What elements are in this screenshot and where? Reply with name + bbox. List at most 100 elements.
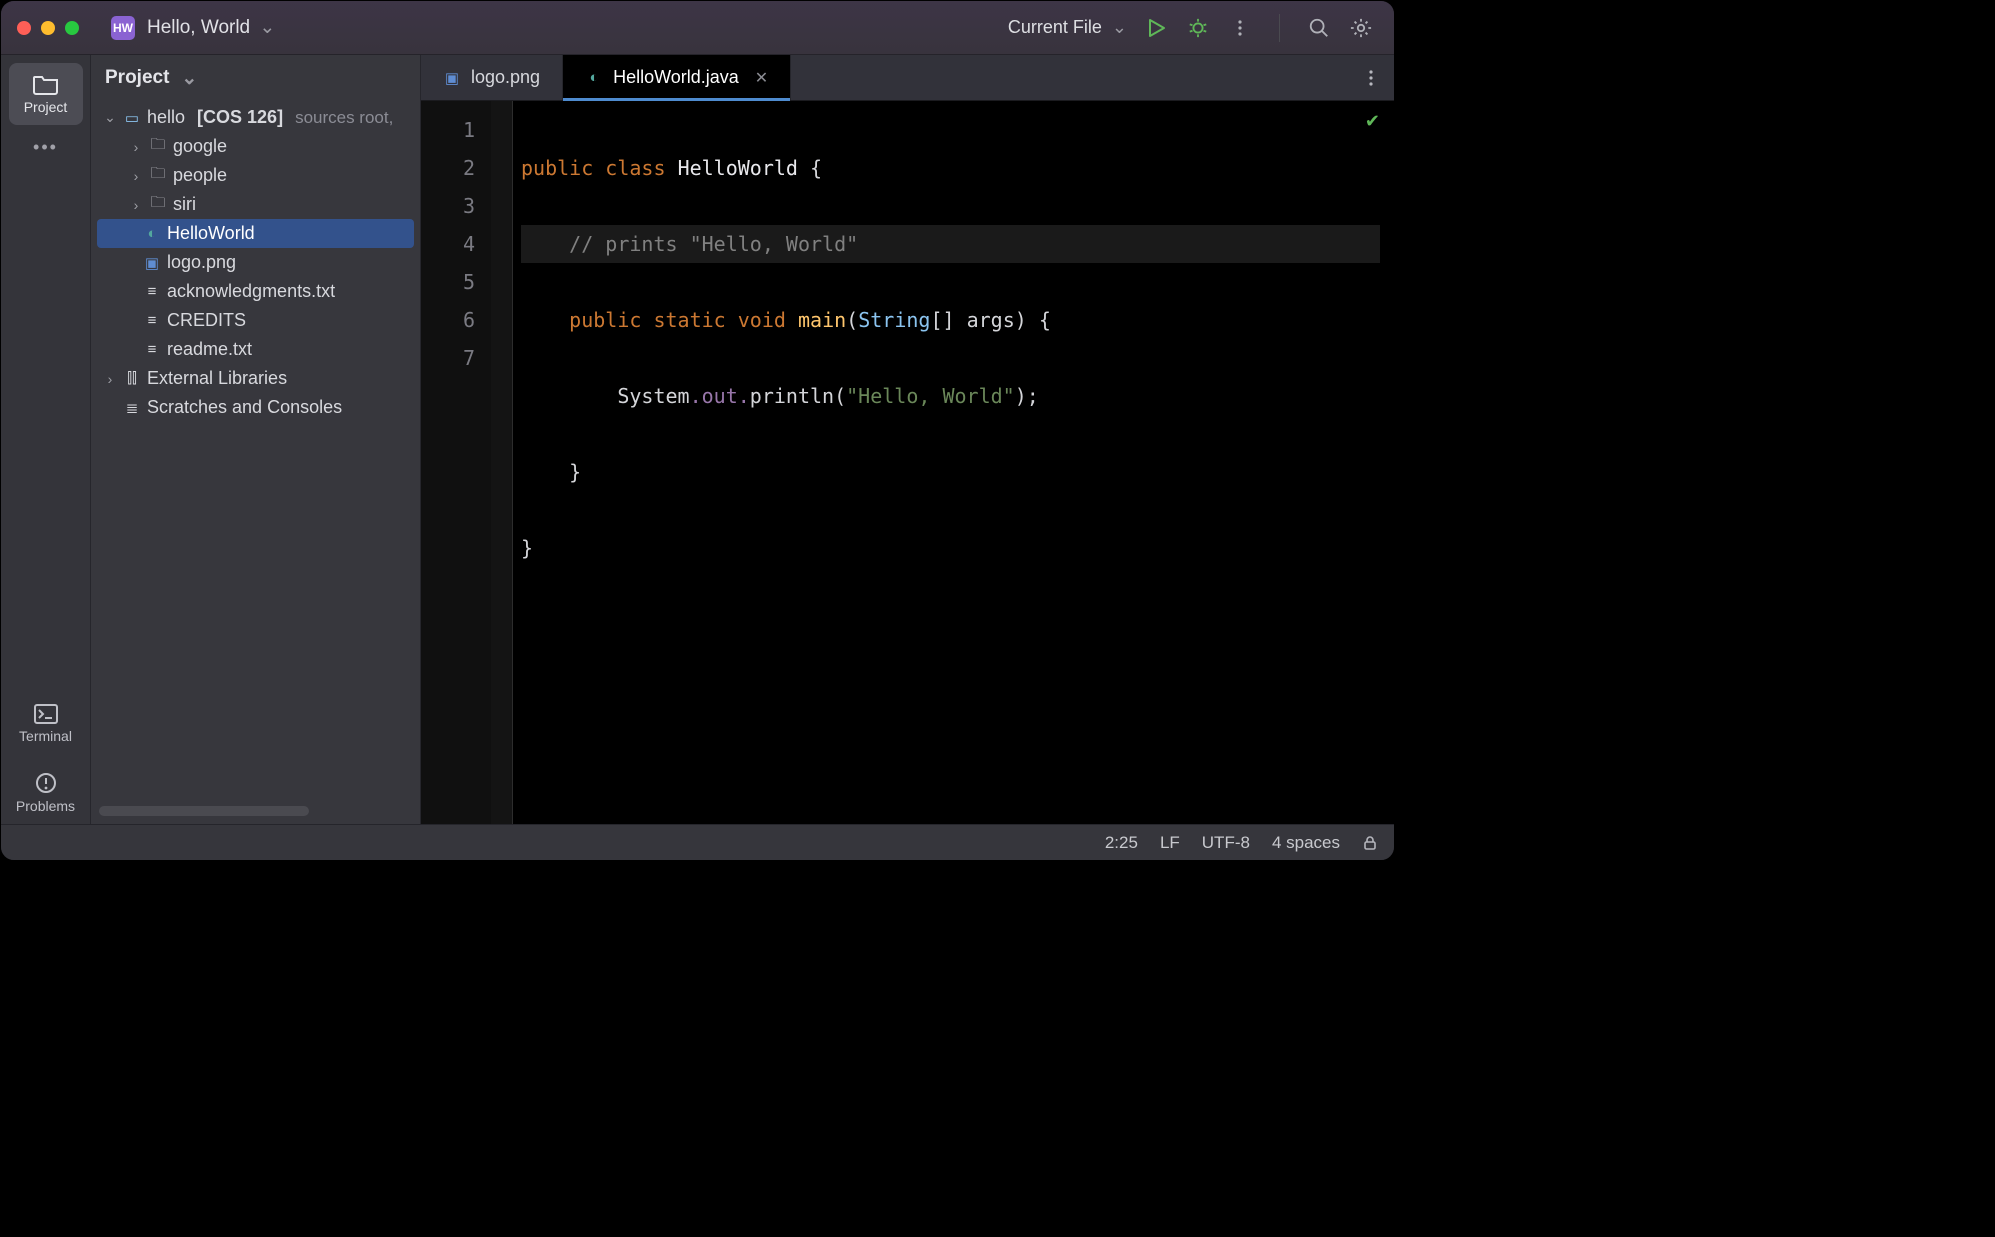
scratches-label: Scratches and Consoles [147, 397, 342, 418]
tree-folder[interactable]: › 🗀 google [97, 132, 414, 161]
tree-folder[interactable]: › 🗀 people [97, 161, 414, 190]
tree-root-bracket: [COS 126] [197, 107, 283, 128]
ext-lib-label: External Libraries [147, 368, 287, 389]
tree-file-ack[interactable]: ≡ acknowledgments.txt [97, 277, 414, 306]
folder-icon: 🗀 [149, 134, 167, 159]
line-number: 7 [421, 339, 491, 377]
project-panel-header[interactable]: Project ⌄ [91, 55, 420, 101]
line-ending[interactable]: LF [1160, 833, 1180, 853]
editor-area: ▣ logo.png ◐ HelloWorld.java ✕ 1 2 3 [421, 55, 1394, 824]
gutter-divider [491, 101, 513, 824]
indent-config[interactable]: 4 spaces [1272, 833, 1340, 853]
tree-file-readme[interactable]: ≡ readme.txt [97, 335, 414, 364]
folder-icon: 🗀 [149, 192, 167, 217]
chevron-down-icon: ⌄ [1112, 17, 1127, 38]
text-file-icon: ≡ [143, 283, 161, 300]
project-panel-title: Project [105, 67, 169, 89]
close-window-button[interactable] [17, 21, 31, 35]
project-tool-button[interactable]: Project [9, 63, 83, 125]
terminal-tool-button[interactable]: Terminal [9, 694, 83, 754]
more-tools-button[interactable]: ••• [33, 137, 58, 158]
file-label: readme.txt [167, 339, 252, 360]
code-editor[interactable]: 1 2 3 4 5 6 7 public class HelloWorld { … [421, 101, 1394, 824]
problems-tool-button[interactable]: Problems [9, 762, 83, 824]
separator [1279, 14, 1280, 42]
settings-button[interactable] [1348, 15, 1374, 41]
java-class-icon: ◐ [143, 225, 161, 242]
project-badge-icon: HW [111, 16, 135, 40]
close-tab-button[interactable]: ✕ [755, 68, 768, 88]
terminal-icon [34, 704, 58, 724]
scratches-icon: ≣ [123, 399, 141, 417]
zoom-window-button[interactable] [65, 21, 79, 35]
text-file-icon: ≡ [143, 312, 161, 329]
readonly-lock-icon[interactable] [1362, 835, 1378, 851]
chevron-down-icon: ⌄ [103, 109, 117, 126]
tab-label: HelloWorld.java [613, 67, 739, 88]
chevron-down-icon: ⌄ [181, 67, 197, 90]
horizontal-scrollbar[interactable] [99, 806, 309, 816]
tree-file-credits[interactable]: ≡ CREDITS [97, 306, 414, 335]
library-icon: ⫿⫿ [123, 370, 141, 387]
folder-label: google [173, 136, 227, 157]
folder-icon: 🗀 [149, 163, 167, 188]
code-line: } [521, 453, 1380, 491]
run-config-label: Current File [1008, 17, 1102, 38]
tab-more-button[interactable] [1348, 55, 1394, 100]
search-button[interactable] [1306, 15, 1332, 41]
folder-label: people [173, 165, 227, 186]
chevron-right-icon: › [129, 139, 143, 155]
project-name-label: Hello, World [147, 17, 250, 38]
chevron-right-icon: › [103, 371, 117, 387]
caret-position[interactable]: 2:25 [1105, 833, 1138, 853]
chevron-down-icon: ⌄ [259, 17, 275, 38]
line-number: 3 [421, 187, 491, 225]
line-number-gutter: 1 2 3 4 5 6 7 [421, 101, 491, 824]
main-area: Project ••• Terminal Problems Project ⌄ [1, 55, 1394, 824]
image-file-icon: ▣ [443, 69, 461, 87]
code-line: } [521, 529, 1380, 567]
line-number: 4 [421, 225, 491, 263]
chevron-right-icon: › [129, 197, 143, 213]
folder-label: siri [173, 194, 196, 215]
project-tool-label: Project [24, 99, 68, 115]
file-label: acknowledgments.txt [167, 281, 335, 302]
image-file-icon: ▣ [143, 254, 161, 272]
code-line [521, 605, 1380, 643]
code-content[interactable]: public class HelloWorld { // prints "Hel… [513, 101, 1394, 824]
run-button[interactable] [1143, 15, 1169, 41]
status-bar: 2:25 LF UTF-8 4 spaces [1, 824, 1394, 860]
tree-folder[interactable]: › 🗀 siri [97, 190, 414, 219]
line-number: 2 [421, 149, 491, 187]
tree-root[interactable]: ⌄ ▭ hello [COS 126] sources root, [97, 103, 414, 132]
tab-label: logo.png [471, 67, 540, 88]
line-number: 1 [421, 111, 491, 149]
tree-file-helloworld[interactable]: ◐ HelloWorld [97, 219, 414, 248]
file-encoding[interactable]: UTF-8 [1202, 833, 1250, 853]
editor-tabs: ▣ logo.png ◐ HelloWorld.java ✕ [421, 55, 1394, 101]
line-number: 5 [421, 263, 491, 301]
file-label: HelloWorld [167, 223, 255, 244]
debug-button[interactable] [1185, 15, 1211, 41]
file-label: CREDITS [167, 310, 246, 331]
analysis-ok-icon[interactable]: ✔ [1365, 111, 1380, 132]
tree-external-libraries[interactable]: › ⫿⫿ External Libraries [97, 364, 414, 393]
terminal-tool-label: Terminal [19, 728, 72, 744]
minimize-window-button[interactable] [41, 21, 55, 35]
problems-tool-label: Problems [16, 798, 75, 814]
titlebar-actions: Current File ⌄ [1008, 14, 1378, 42]
file-label: logo.png [167, 252, 236, 273]
project-name[interactable]: Hello, World ⌄ [147, 16, 275, 39]
project-tree[interactable]: ⌄ ▭ hello [COS 126] sources root, › 🗀 go… [91, 101, 420, 802]
java-class-icon: ◐ [585, 69, 603, 86]
run-config-selector[interactable]: Current File ⌄ [1008, 17, 1127, 38]
titlebar: HW Hello, World ⌄ Current File ⌄ [1, 1, 1394, 55]
window-controls [17, 21, 79, 35]
more-actions-button[interactable] [1227, 15, 1253, 41]
tab-logo[interactable]: ▣ logo.png [421, 55, 563, 100]
problems-icon [35, 772, 57, 794]
tab-helloworld[interactable]: ◐ HelloWorld.java ✕ [563, 55, 791, 100]
chevron-right-icon: › [129, 168, 143, 184]
tree-scratches[interactable]: ≣ Scratches and Consoles [97, 393, 414, 422]
tree-file-logo[interactable]: ▣ logo.png [97, 248, 414, 277]
